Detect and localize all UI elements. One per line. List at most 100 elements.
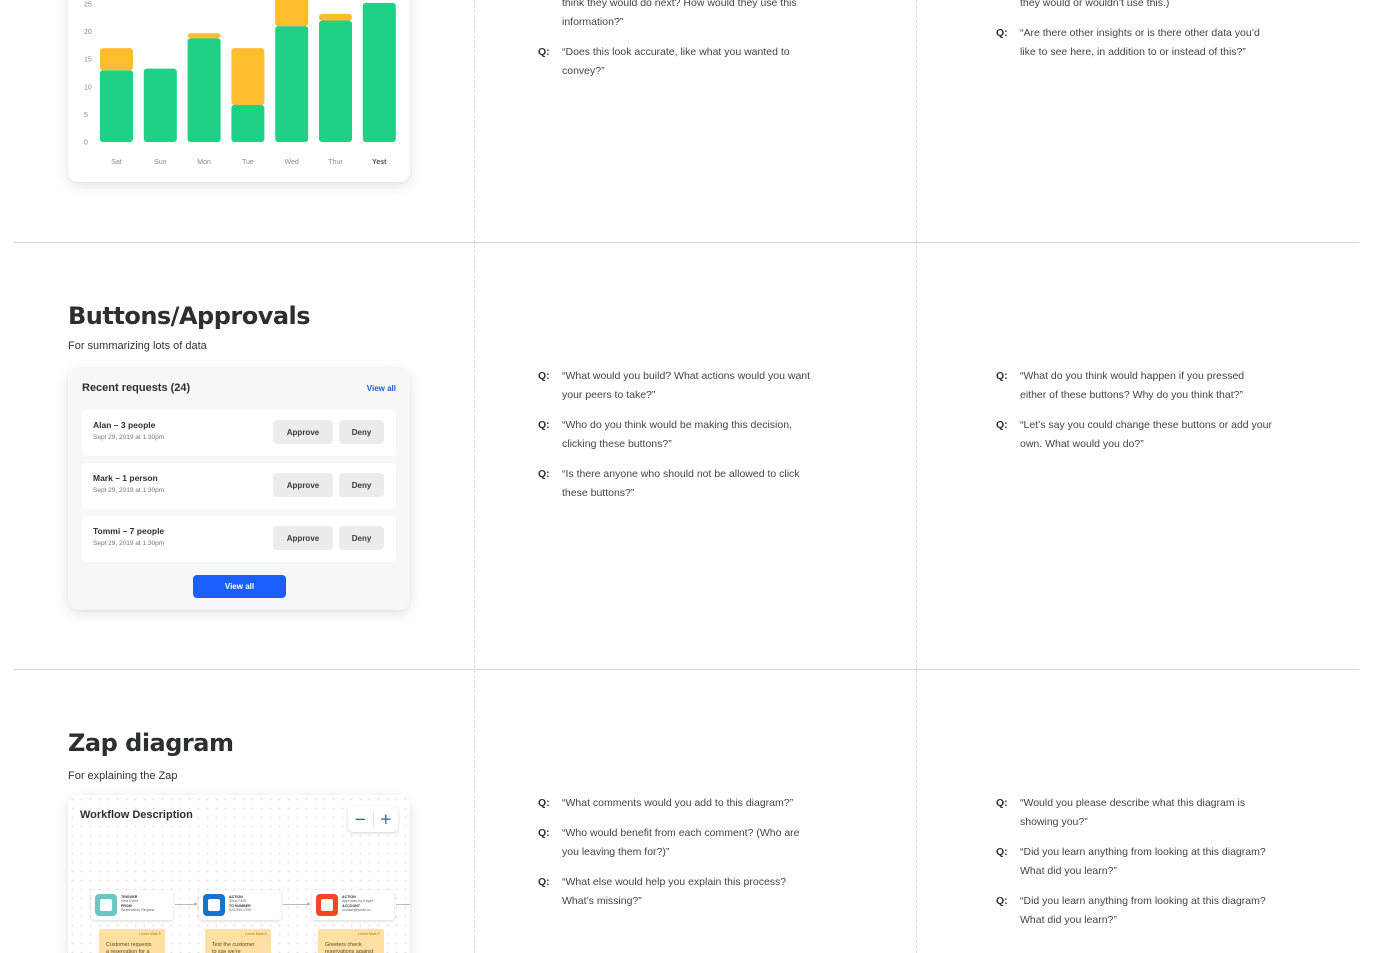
question-text: “Who would benefit from each comment? (W… — [562, 827, 800, 858]
question-text: “What comments would you add to this dia… — [562, 797, 794, 809]
x-tick-label: Thur — [328, 159, 343, 166]
note-text: Greeters check reservations against — [325, 942, 374, 953]
deny-button[interactable]: Deny — [339, 420, 384, 444]
x-tick-label: Tue — [242, 159, 254, 166]
x-tick-label: Mon — [197, 159, 211, 166]
question-label: Q: — [996, 797, 1008, 809]
note-text: Customer requests a reservation for a — [106, 942, 152, 953]
workflow-step[interactable]: TRIGGER New Event FROM Reservation Request — [91, 890, 173, 920]
bar-segment — [231, 105, 265, 142]
deny-button[interactable]: Deny — [339, 526, 384, 550]
request-row: Tommi – 7 people Sept 29, 2019 at 1:30pm… — [82, 516, 396, 562]
question-label: Q: — [538, 827, 550, 839]
zoom-out-button[interactable]: − — [348, 806, 373, 832]
deny-button[interactable]: Deny — [339, 473, 384, 497]
sticky-note[interactable]: Lorem Mark E Text the customer to say we'r… — [205, 929, 271, 953]
question-text: “Who do you think would be making this d… — [562, 419, 792, 450]
question-label: Q: — [996, 370, 1008, 382]
workflow-step[interactable]: ACTION Send SMS TO NUMBER 520-555-0190 — [199, 890, 281, 920]
bar-segment — [231, 48, 265, 106]
view-all-link[interactable]: View all — [367, 384, 396, 393]
y-tick-label: 20 — [84, 29, 92, 36]
bar-segment — [275, 0, 309, 27]
connector-arrow — [175, 902, 198, 906]
note-author: Lorem Mark E — [245, 932, 267, 936]
question-text: they would or wouldn’t use this.) — [1020, 0, 1170, 9]
bar-segment — [319, 20, 352, 143]
section-divider — [14, 242, 1359, 243]
question-text: “What do you think would happen if you p… — [1020, 370, 1245, 401]
section-title: Buttons/Approvals — [68, 302, 311, 330]
bar-segment — [100, 70, 133, 142]
zoom-control: − + — [348, 806, 398, 832]
sms-app-icon — [203, 894, 225, 916]
request-date: Sept 29, 2019 at 1:30pm — [93, 540, 165, 547]
approve-button[interactable]: Approve — [273, 420, 333, 444]
x-tick-label: Wed — [285, 159, 299, 166]
card-heading: Recent requests (24) — [82, 382, 191, 394]
recent-requests-card: Recent requests (24) View all Alan – 3 p… — [68, 368, 410, 610]
connector-arrow — [396, 904, 410, 905]
card-heading: Workflow Description — [80, 809, 193, 821]
note-text: Text the customer to say we're — [212, 942, 255, 953]
question-label: Q: — [996, 419, 1008, 431]
request-name: Tommi – 7 people — [93, 526, 165, 536]
bar-segment — [187, 33, 221, 39]
question-text: “Does this look accurate, like what you … — [562, 46, 790, 77]
section-subtitle: For explaining the Zap — [68, 770, 178, 782]
column-divider — [916, 0, 917, 953]
bar-chart-card: 0 5 10 15 20 25 Sat Sun Mon Tue Wed Thur Yest — [68, 0, 410, 182]
question-text: “Let’s say you could change these button… — [1020, 419, 1272, 450]
question-text: “What else would help you explain this p… — [562, 876, 787, 907]
stacked-bar-chart: 0 5 10 15 20 25 Sat Sun Mon Tue Wed Thur Yest — [84, 0, 396, 166]
workflow-diagram-card: Workflow Description − + TRIGGER New Even… — [68, 795, 410, 953]
trigger-app-icon — [95, 894, 117, 916]
question-label: Q: — [538, 46, 550, 58]
section-title: Zap diagram — [68, 729, 234, 757]
question-text: “Would you please describe what this dia… — [1020, 797, 1246, 828]
approve-button[interactable]: Approve — [273, 473, 333, 497]
request-name: Mark – 1 person — [93, 473, 158, 483]
question-label: Q: — [996, 846, 1008, 858]
connector-arrow — [283, 902, 311, 906]
section-subtitle: For summarizing lots of data — [68, 340, 207, 352]
step-details: ACTION Approved by Kayee ACCOUNT contact@em… — [342, 895, 374, 913]
question-text: “Is there anyone who should not be allow… — [562, 468, 800, 499]
request-row: Mark – 1 person Sept 29, 2019 at 1:30pm … — [82, 463, 396, 509]
x-tick-label: Sun — [154, 159, 167, 166]
bar-segment — [275, 26, 309, 142]
question-label: Q: — [538, 876, 550, 888]
question-label: Q: — [538, 468, 550, 480]
request-name: Alan – 3 people — [93, 420, 156, 430]
bar-segment — [187, 38, 221, 142]
x-tick-label: Sat — [111, 159, 122, 166]
zoom-in-button[interactable]: + — [374, 806, 399, 832]
question-text: “What would you build? What actions woul… — [562, 370, 811, 401]
request-date: Sept 29, 2019 at 1:30pm — [93, 434, 165, 441]
approve-button[interactable]: Approve — [273, 526, 333, 550]
question-text: “Are there other insights or is there ot… — [1020, 27, 1260, 58]
step-details: ACTION Send SMS TO NUMBER 520-555-0190 — [229, 895, 252, 913]
email-app-icon — [316, 894, 338, 916]
y-tick-label: 0 — [84, 140, 88, 147]
question-text: “Did you learn anything from looking at … — [1020, 846, 1266, 877]
workflow-step[interactable]: ACTION Approved by Kayee ACCOUNT contact@em… — [312, 890, 394, 920]
sticky-note[interactable]: Lorem Mark E Customer requests a reservati… — [99, 929, 165, 953]
question-text: “Did you learn anything from looking at … — [1020, 895, 1266, 926]
request-row: Alan – 3 people Sept 29, 2019 at 1:30pm … — [82, 410, 396, 456]
view-all-button[interactable]: View all — [193, 575, 286, 598]
section-divider — [14, 669, 1359, 670]
note-author: Lorem Mark E — [139, 932, 161, 936]
note-author: Lorem Mark E — [358, 932, 380, 936]
y-tick-label: 15 — [84, 57, 92, 64]
question-label: Q: — [538, 419, 550, 431]
bar-segment — [100, 48, 133, 71]
question-label: Q: — [996, 27, 1008, 39]
question-label: Q: — [538, 370, 550, 382]
bar-segment — [319, 13, 352, 21]
y-tick-label: 10 — [84, 84, 92, 91]
column-divider — [474, 0, 475, 953]
sticky-note[interactable]: Lorem Mark E Greeters check reservations a… — [318, 929, 384, 953]
y-tick-label: 5 — [84, 112, 88, 119]
x-tick-label: Yest — [372, 159, 387, 166]
